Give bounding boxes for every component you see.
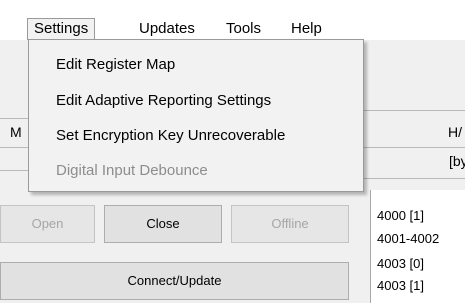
divider-line bbox=[0, 170, 28, 171]
register-list: 4000 [1] 4001-4002 4003 [0] 4003 [1] bbox=[370, 190, 465, 303]
left-column-header: M bbox=[10, 124, 22, 140]
divider-line bbox=[364, 110, 465, 111]
menu-help[interactable]: Help bbox=[285, 18, 328, 40]
divider-line bbox=[364, 147, 465, 148]
list-item: 4001-4002 bbox=[377, 231, 440, 246]
list-item: 4003 [0] bbox=[377, 256, 424, 271]
menu-tools[interactable]: Tools bbox=[220, 18, 267, 40]
menu-updates[interactable]: Updates bbox=[133, 18, 201, 40]
list-item: 4000 [1] bbox=[377, 208, 424, 223]
menu-item-set-encryption-key-unrecoverable[interactable]: Set Encryption Key Unrecoverable bbox=[56, 127, 285, 144]
divider-line bbox=[364, 178, 465, 179]
table-header: H/ bbox=[448, 124, 462, 140]
dropdown-gutter bbox=[29, 40, 59, 191]
menu-item-digital-input-debounce: Digital Input Debounce bbox=[56, 162, 208, 179]
divider-line bbox=[0, 118, 28, 119]
list-item: 4003 [1] bbox=[377, 278, 424, 293]
menu-settings[interactable]: Settings bbox=[27, 18, 96, 40]
open-button[interactable]: Open bbox=[0, 205, 95, 243]
menu-item-edit-adaptive-reporting-settings[interactable]: Edit Adaptive Reporting Settings bbox=[56, 92, 271, 109]
offline-button[interactable]: Offline bbox=[231, 205, 349, 243]
divider-line bbox=[0, 147, 28, 148]
table-subheader: [by bbox=[449, 153, 465, 169]
menu-item-edit-register-map[interactable]: Edit Register Map bbox=[56, 56, 175, 73]
menu-bar: Settings Updates Tools Help bbox=[0, 0, 465, 40]
connect-update-button[interactable]: Connect/Update bbox=[0, 262, 349, 300]
close-button[interactable]: Close bbox=[104, 205, 222, 243]
